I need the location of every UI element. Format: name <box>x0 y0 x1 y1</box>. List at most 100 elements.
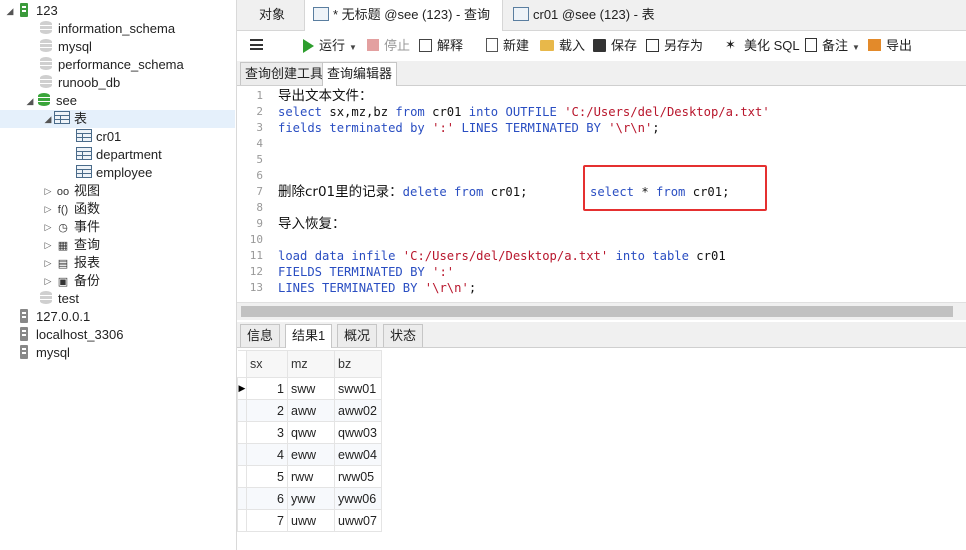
table-cell[interactable]: 3 <box>246 421 288 444</box>
code-line[interactable]: load data infile 'C:/Users/del/Desktop/a… <box>278 248 726 264</box>
table-cell[interactable]: 6 <box>246 487 288 510</box>
result-tab[interactable]: 结果1 <box>285 324 333 348</box>
table-cell[interactable]: eww04 <box>334 443 382 466</box>
tree-table-item[interactable]: department <box>76 146 162 164</box>
tab-query-editor[interactable]: 查询编辑器 <box>322 62 398 86</box>
table-cell[interactable]: eww <box>287 443 335 466</box>
tree-db-item[interactable]: performance_schema <box>38 56 184 74</box>
table-cell[interactable]: sww <box>287 377 335 400</box>
expand-arrow-icon[interactable]: ▷ <box>42 236 54 254</box>
chevron-down-icon[interactable]: ▼ <box>852 43 860 52</box>
table-row[interactable]: 3 qww qww03 <box>237 421 382 444</box>
table-cell[interactable]: 7 <box>246 509 288 532</box>
column-header[interactable]: bz <box>334 350 382 378</box>
explain-button[interactable]: 解释 <box>419 37 463 55</box>
code-line[interactable]: FIELDS TERMINATED BY ':' <box>278 264 454 280</box>
sql-editor[interactable]: 1 2 3 4 5 6 7 8 9 10 11 12 13 导出文本文件： select sx,mz,bz… <box>237 86 966 302</box>
column-header[interactable]: mz <box>287 350 335 378</box>
beautify-sql-button[interactable]: ✶ 美化 SQL <box>725 37 800 55</box>
comment-button[interactable]: 备注 ▼ <box>805 37 860 55</box>
table-cell[interactable]: 4 <box>246 443 288 466</box>
tree-group-item[interactable]: ▷ ▤ 报表 <box>42 254 100 272</box>
table-cell[interactable]: uww07 <box>334 509 382 532</box>
tree-tables-folder[interactable]: ◢ 表 <box>0 110 235 128</box>
code-line[interactable]: 导出文本文件： <box>278 88 373 104</box>
tree-group-item[interactable]: ▷ oo 视图 <box>42 182 100 200</box>
column-header[interactable]: sx <box>246 350 288 378</box>
tab-query[interactable]: * 无标题 @see (123) - 查询 <box>304 0 503 31</box>
table-icon <box>76 129 92 142</box>
save-as-button[interactable]: 另存为 <box>646 37 703 55</box>
tree-connection-item[interactable]: localhost_3306 <box>16 326 123 344</box>
table-cell[interactable]: aww02 <box>334 399 382 422</box>
code-line[interactable]: fields terminated by ':' LINES TERMINATE… <box>278 120 660 136</box>
collapse-arrow-icon[interactable]: ◢ <box>24 92 36 110</box>
tree-group-item[interactable]: ▷ ▣ 备份 <box>42 272 100 290</box>
table-cell[interactable]: yww <box>287 487 335 510</box>
expand-arrow-icon[interactable]: ▷ <box>42 200 54 218</box>
chevron-down-icon[interactable]: ▼ <box>349 43 357 52</box>
code-line[interactable]: 删除cr01里的记录：delete from cr01; <box>278 184 527 200</box>
table-row[interactable]: 7 uww uww07 <box>237 509 382 532</box>
table-row[interactable]: ▶ 1 sww sww01 <box>237 377 382 400</box>
expand-arrow-icon[interactable]: ▷ <box>42 218 54 236</box>
tree-table-item[interactable]: employee <box>76 164 152 182</box>
save-button[interactable]: 保存 <box>593 37 637 55</box>
result-tab[interactable]: 概况 <box>337 324 378 347</box>
table-row[interactable]: 4 eww eww04 <box>237 443 382 466</box>
tree-group-item[interactable]: ▷ f() 函数 <box>42 200 100 218</box>
horizontal-scrollbar[interactable] <box>237 302 966 320</box>
tree-connection-item[interactable]: 127.0.0.1 <box>16 308 90 326</box>
result-tab[interactable]: 信息 <box>240 324 281 347</box>
table-cell[interactable]: yww06 <box>334 487 382 510</box>
table-cell[interactable]: rww05 <box>334 465 382 488</box>
table-row[interactable]: 2 aww aww02 <box>237 399 382 422</box>
collapse-arrow-icon[interactable]: ◢ <box>42 110 54 128</box>
tree-db-item[interactable]: runoob_db <box>38 74 120 92</box>
code-line[interactable]: LINES TERMINATED BY '\r\n'; <box>278 280 476 296</box>
table-cell[interactable]: qww03 <box>334 421 382 444</box>
scrollbar-thumb[interactable] <box>241 306 953 317</box>
code-line[interactable]: select sx,mz,bz from cr01 into OUTFILE '… <box>278 104 770 120</box>
new-button[interactable]: 新建 <box>486 37 529 55</box>
expand-arrow-icon[interactable]: ▷ <box>42 254 54 272</box>
tree-group-item[interactable]: ▷ ◷ 事件 <box>42 218 100 236</box>
line-number: 6 <box>256 169 263 182</box>
load-button[interactable]: 载入 <box>540 37 585 55</box>
table-cell[interactable]: 5 <box>246 465 288 488</box>
tree-connection-123[interactable]: ◢ 123 <box>4 2 58 20</box>
tab-objects[interactable]: 对象 <box>251 0 293 30</box>
expand-arrow-icon[interactable]: ▷ <box>42 272 54 290</box>
server-icon <box>20 327 28 341</box>
server-icon <box>20 345 28 359</box>
table-row[interactable]: 6 yww yww06 <box>237 487 382 510</box>
tree-db-item[interactable]: mysql <box>38 38 92 56</box>
table-cell[interactable]: sww01 <box>334 377 382 400</box>
tree-table-item[interactable]: cr01 <box>76 128 121 146</box>
line-number: 2 <box>256 105 263 118</box>
run-button[interactable]: 运行 ▼ <box>303 37 357 55</box>
table-cell[interactable]: 1 <box>246 377 288 400</box>
tab-table-cr01[interactable]: cr01 @see (123) - 表 <box>505 0 663 30</box>
menu-icon[interactable] <box>250 39 263 50</box>
tree-db-test[interactable]: test <box>38 290 79 308</box>
table-cell[interactable]: rww <box>287 465 335 488</box>
code-line[interactable]: 导入恢复： <box>278 216 346 232</box>
collapse-arrow-icon[interactable]: ◢ <box>4 2 16 20</box>
tree-group-item[interactable]: ▷ ▦ 查询 <box>42 236 100 254</box>
export-button[interactable]: 导出 <box>868 37 912 55</box>
tree-db-item[interactable]: information_schema <box>38 20 175 38</box>
result-tab[interactable]: 状态 <box>383 324 424 347</box>
tab-query-builder[interactable]: 查询创建工具 <box>240 62 329 85</box>
tree-connection-item[interactable]: mysql <box>16 344 70 362</box>
table-cell[interactable]: 2 <box>246 399 288 422</box>
table-cell[interactable]: aww <box>287 399 335 422</box>
tree-db-see[interactable]: ◢ see <box>24 92 77 110</box>
table-cell[interactable]: qww <box>287 421 335 444</box>
query-toolbar: 运行 ▼ 停止 解释 新建 载入 保存 另存为 ✶ 美化 SQL 备注 ▼ 导出 <box>237 31 966 61</box>
expand-arrow-icon[interactable]: ▷ <box>42 182 54 200</box>
table-cell[interactable]: uww <box>287 509 335 532</box>
group-icon: ▦ <box>57 240 69 252</box>
table-row[interactable]: 5 rww rww05 <box>237 465 382 488</box>
stop-button[interactable]: 停止 <box>367 37 410 55</box>
